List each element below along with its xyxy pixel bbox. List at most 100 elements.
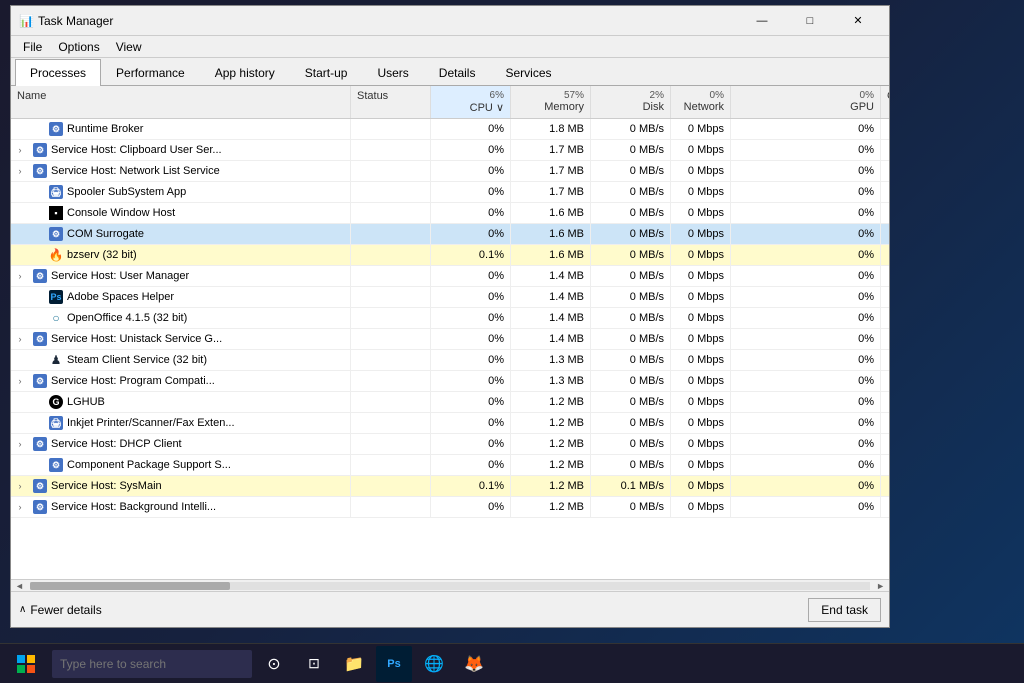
table-row[interactable]: Ps Adobe Spaces Helper 0% 1.4 MB 0 MB/s …: [11, 287, 889, 308]
cell-cpu: 0%: [431, 161, 511, 181]
cell-gpu: 0%: [731, 161, 881, 181]
cell-process-name: ⚙ Component Package Support S...: [11, 455, 351, 475]
cell-cpu: 0%: [431, 392, 511, 412]
table-row[interactable]: › ⚙ Service Host: DHCP Client 0% 1.2 MB …: [11, 434, 889, 455]
tab-services[interactable]: Services: [490, 59, 566, 86]
cell-memory: 1.2 MB: [511, 476, 591, 496]
cell-cpu: 0%: [431, 224, 511, 244]
table-row[interactable]: › ⚙ Service Host: Network List Service 0…: [11, 161, 889, 182]
cell-network: 0 Mbps: [671, 203, 731, 223]
table-row[interactable]: 🖨 Spooler SubSystem App 0% 1.7 MB 0 MB/s…: [11, 182, 889, 203]
col-network[interactable]: 0% Network: [671, 86, 731, 118]
menu-view[interactable]: View: [108, 38, 150, 56]
cell-memory: 1.7 MB: [511, 182, 591, 202]
taskbar-task-view-icon[interactable]: ⊡: [296, 646, 332, 682]
chevron-up-icon: ∧: [19, 604, 26, 615]
process-icon: ♟: [49, 353, 63, 367]
scroll-right-btn[interactable]: ►: [872, 581, 889, 591]
col-disk[interactable]: 2% Disk: [591, 86, 671, 118]
table-row[interactable]: › ⚙ Service Host: Background Intelli... …: [11, 497, 889, 518]
table-row[interactable]: › ⚙ Service Host: Program Compati... 0% …: [11, 371, 889, 392]
table-row[interactable]: ⚙ Runtime Broker 0% 1.8 MB 0 MB/s 0 Mbps…: [11, 119, 889, 140]
expand-arrow-icon[interactable]: ›: [15, 145, 25, 155]
cell-process-name: › ⚙ Service Host: Unistack Service G...: [11, 329, 351, 349]
col-cpu[interactable]: 6% CPU ∨: [431, 86, 511, 118]
col-memory[interactable]: 57% Memory: [511, 86, 591, 118]
col-name[interactable]: Name: [11, 86, 351, 118]
cell-status: [351, 224, 431, 244]
col-status[interactable]: Status: [351, 86, 431, 118]
expand-arrow-icon[interactable]: ›: [15, 166, 25, 176]
cell-status: [351, 392, 431, 412]
table-row[interactable]: ⚙ Component Package Support S... 0% 1.2 …: [11, 455, 889, 476]
tab-startup[interactable]: Start-up: [290, 59, 363, 86]
cell-cpu: 0%: [431, 308, 511, 328]
col-gpu-label: GPU: [737, 101, 874, 113]
table-row[interactable]: ▪ Console Window Host 0% 1.6 MB 0 MB/s 0…: [11, 203, 889, 224]
tab-processes[interactable]: Processes: [15, 59, 101, 86]
table-row[interactable]: › ⚙ Service Host: User Manager 0% 1.4 MB…: [11, 266, 889, 287]
col-gpu[interactable]: 0% GPU: [731, 86, 881, 118]
cell-process-name: ♟ Steam Client Service (32 bit): [11, 350, 351, 370]
process-icon: ⚙: [33, 332, 47, 346]
taskbar-cortana-icon[interactable]: ⊙: [256, 646, 292, 682]
cell-disk: 0 MB/s: [591, 350, 671, 370]
maximize-button[interactable]: □: [787, 11, 833, 31]
tab-users[interactable]: Users: [362, 59, 423, 86]
cell-status: [351, 140, 431, 160]
table-row[interactable]: › ⚙ Service Host: SysMain 0.1% 1.2 MB 0.…: [11, 476, 889, 497]
table-row[interactable]: 🖨 Inkjet Printer/Scanner/Fax Exten... 0%…: [11, 413, 889, 434]
table-header: Name Status 6% CPU ∨ 57% Memory 2% Disk: [11, 86, 889, 119]
cell-disk: 0 MB/s: [591, 329, 671, 349]
scrollbar-thumb[interactable]: [30, 582, 230, 590]
cell-gpu: 0%: [731, 434, 881, 454]
expand-arrow-icon[interactable]: ›: [15, 376, 25, 386]
process-icon: Ps: [49, 290, 63, 304]
table-row[interactable]: › ⚙ Service Host: Clipboard User Ser... …: [11, 140, 889, 161]
process-icon: G: [49, 395, 63, 409]
cell-process-name: › ⚙ Service Host: Background Intelli...: [11, 497, 351, 517]
cell-memory: 1.2 MB: [511, 497, 591, 517]
minimize-button[interactable]: —: [739, 11, 785, 31]
tab-performance[interactable]: Performance: [101, 59, 200, 86]
cell-gpu: 0%: [731, 287, 881, 307]
expand-arrow-icon[interactable]: ›: [15, 334, 25, 344]
horizontal-scrollbar[interactable]: ◄ ►: [11, 579, 889, 591]
close-button[interactable]: ✕: [835, 11, 881, 31]
start-button[interactable]: [4, 646, 48, 682]
taskbar-chrome-icon[interactable]: 🌐: [416, 646, 452, 682]
taskbar-firefox-icon[interactable]: 🦊: [456, 646, 492, 682]
menu-options[interactable]: Options: [50, 38, 107, 56]
expand-arrow-icon[interactable]: ›: [15, 502, 25, 512]
col-memory-pct: 57%: [517, 90, 584, 101]
taskbar-photoshop-icon[interactable]: Ps: [376, 646, 412, 682]
menu-file[interactable]: File: [15, 38, 50, 56]
tab-details[interactable]: Details: [424, 59, 491, 86]
cell-status: [351, 497, 431, 517]
expand-arrow-icon[interactable]: ›: [15, 439, 25, 449]
cell-gpu-engine: [881, 350, 889, 370]
cell-gpu: 0%: [731, 455, 881, 475]
col-gpu-engine[interactable]: GPU engine: [881, 86, 889, 118]
fewer-details-button[interactable]: ∧ Fewer details: [19, 603, 102, 617]
cell-memory: 1.2 MB: [511, 413, 591, 433]
cell-status: [351, 434, 431, 454]
end-task-button[interactable]: End task: [808, 598, 881, 622]
taskbar-search-input[interactable]: [52, 650, 252, 678]
cell-gpu: 0%: [731, 224, 881, 244]
table-row[interactable]: G LGHUB 0% 1.2 MB 0 MB/s 0 Mbps 0%: [11, 392, 889, 413]
table-row[interactable]: ♟ Steam Client Service (32 bit) 0% 1.3 M…: [11, 350, 889, 371]
cell-gpu-engine: [881, 161, 889, 181]
process-icon: 🖨: [49, 416, 63, 430]
table-row[interactable]: › ⚙ Service Host: Unistack Service G... …: [11, 329, 889, 350]
table-row[interactable]: 🔥 bzserv (32 bit) 0.1% 1.6 MB 0 MB/s 0 M…: [11, 245, 889, 266]
table-row[interactable]: ⚙ COM Surrogate 0% 1.6 MB 0 MB/s 0 Mbps …: [11, 224, 889, 245]
expand-arrow-icon[interactable]: ›: [15, 481, 25, 491]
scroll-left-btn[interactable]: ◄: [11, 581, 28, 591]
process-icon: ⚙: [49, 458, 63, 472]
table-row[interactable]: ○ OpenOffice 4.1.5 (32 bit) 0% 1.4 MB 0 …: [11, 308, 889, 329]
tab-app-history[interactable]: App history: [200, 59, 290, 86]
taskbar-file-explorer-icon[interactable]: 📁: [336, 646, 372, 682]
expand-arrow-icon[interactable]: ›: [15, 271, 25, 281]
cell-gpu: 0%: [731, 392, 881, 412]
